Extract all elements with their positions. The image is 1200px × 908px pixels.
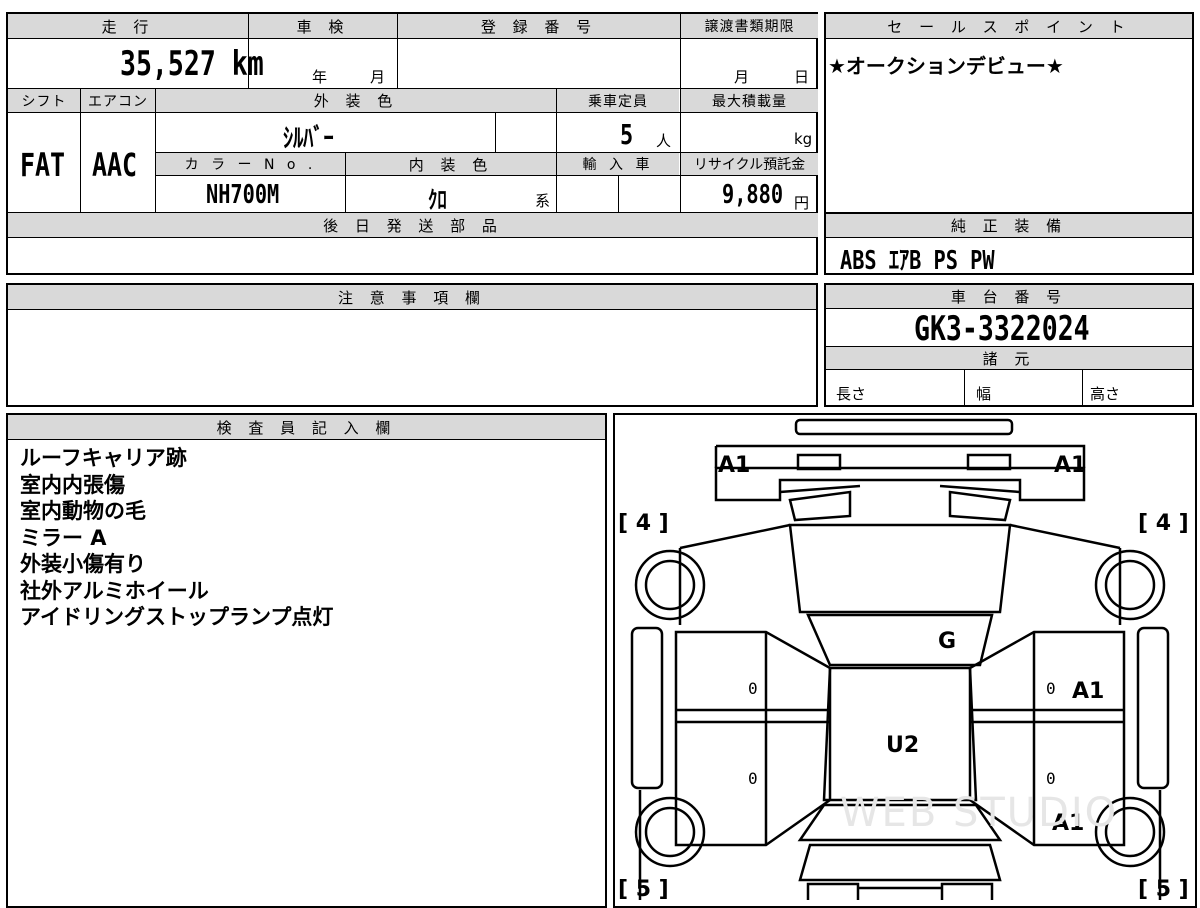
- mark-front-left: A1: [718, 453, 750, 478]
- mark-door-right-front: A1: [1072, 679, 1104, 704]
- tire-front-right: [ 4 ]: [1138, 511, 1189, 536]
- mark-glass: G: [938, 629, 956, 654]
- watermark: WEB STUDIO: [840, 790, 1119, 836]
- mark-roof: U2: [886, 733, 919, 758]
- zero-right-rear: 0: [1046, 769, 1056, 788]
- zero-left-rear: 0: [748, 769, 758, 788]
- zero-left-front: 0: [748, 679, 758, 698]
- zero-right-front: 0: [1046, 679, 1056, 698]
- tire-rear-left: [ 5 ]: [618, 877, 669, 900]
- tire-rear-right: [ 5 ]: [1138, 877, 1189, 900]
- mark-front-right: A1: [1054, 453, 1086, 478]
- car-damage-diagram: A1 A1 [ 4 ] [ 4 ] [ 5 ] [ 5 ] G U2 A1 A1…: [618, 418, 1189, 900]
- tire-front-left: [ 4 ]: [618, 511, 669, 536]
